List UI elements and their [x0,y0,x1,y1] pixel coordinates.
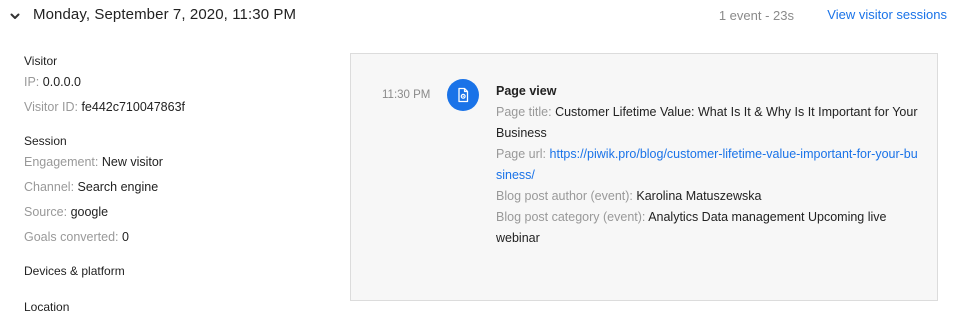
session-section-title: Session [24,134,67,148]
page-url-link[interactable]: https://piwik.pro/blog/customer-lifetime… [496,147,918,182]
source-value: google [70,205,109,219]
goals-label: Goals converted: [24,230,119,244]
visitor-id-value: fe442c710047863f [81,100,186,114]
events-panel: 11:30 PM Page view Page title: Customer … [350,53,938,301]
blog-category-label: Blog post category (event): [496,210,646,224]
goals-row: Goals converted: 0 [24,225,324,250]
page-title-row: Page title: Customer Lifetime Value: Wha… [496,102,921,144]
visitor-id-label: Visitor ID: [24,100,78,114]
channel-row: Channel: Search engine [24,175,324,200]
chevron-down-icon[interactable] [7,8,23,24]
blog-author-row: Blog post author (event): Karolina Matus… [496,186,921,207]
blog-author-value: Karolina Matuszewska [636,189,762,203]
ip-label: IP: [24,75,40,89]
goals-value: 0 [121,230,129,244]
channel-value: Search engine [77,180,159,194]
event-details: Page view Page title: Customer Lifetime … [496,81,921,249]
page-title-value: Customer Lifetime Value: What Is It & Wh… [496,105,918,140]
page-title-label: Page title: [496,105,552,119]
engagement-label: Engagement: [24,155,99,169]
view-visitor-sessions-link[interactable]: View visitor sessions [827,7,947,22]
blog-category-row: Blog post category (event): Analytics Da… [496,207,921,249]
ip-value: 0.0.0.0 [42,75,82,89]
source-row: Source: google [24,200,324,225]
session-summary: 1 event - 23s [718,8,794,23]
visit-details: Visitor IP: 0.0.0.0 Visitor ID: fe442c71… [24,52,324,316]
page-view-icon [447,79,479,111]
event-time: 11:30 PM [382,89,431,101]
location-section-title: Location [24,300,70,314]
visit-detail: Monday, September 7, 2020, 11:30 PM 1 ev… [0,0,964,332]
engagement-row: Engagement: New visitor [24,150,324,175]
devices-section-title: Devices & platform [24,264,125,278]
visitor-section-title: Visitor [24,54,58,68]
session-datetime: Monday, September 7, 2020, 11:30 PM [33,6,297,23]
source-label: Source: [24,205,68,219]
ip-row: IP: 0.0.0.0 [24,70,324,95]
visitor-id-row: Visitor ID: fe442c710047863f [24,95,324,120]
event-title: Page view [496,84,557,98]
page-url-label: Page url: [496,147,547,161]
blog-author-label: Blog post author (event): [496,189,633,203]
engagement-value: New visitor [101,155,163,169]
page-url-row: Page url: https://piwik.pro/blog/custome… [496,144,921,186]
channel-label: Channel: [24,180,75,194]
session-header: Monday, September 7, 2020, 11:30 PM 1 ev… [0,0,964,32]
